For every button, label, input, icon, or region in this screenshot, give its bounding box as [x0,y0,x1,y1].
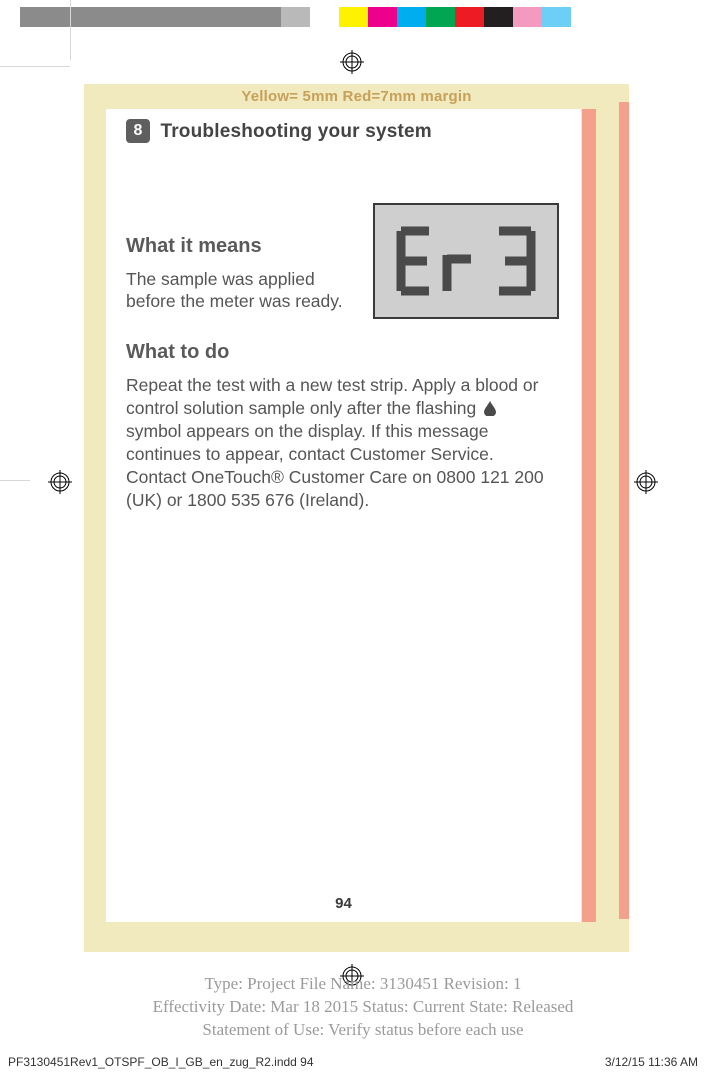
color-swatch [165,7,194,27]
color-swatch [310,7,339,27]
meta-line-2: Effectivity Date: Mar 18 2015 Status: Cu… [60,996,666,1019]
color-swatch [20,7,49,27]
crop-rule [70,0,71,60]
registration-mark-icon [340,50,364,74]
color-swatch [339,7,368,27]
crop-rule [0,480,30,481]
color-swatch [513,7,542,27]
color-swatch [49,7,78,27]
color-swatch [78,7,107,27]
color-swatch [194,7,223,27]
section-body-what-to-do: Repeat the test with a new test strip. A… [126,374,556,513]
blood-drop-icon [483,399,497,415]
color-swatch [484,7,513,27]
chapter-title: Troubleshooting your system [160,121,431,142]
margin-label: Yellow= 5mm Red=7mm margin [84,84,629,107]
registration-mark-icon [634,470,658,494]
section-heading-what-to-do: What to do [126,341,559,364]
print-color-bar [20,7,571,27]
body-text-pre: Repeat the test with a new test strip. A… [126,375,538,418]
meter-lcd-display [373,203,559,319]
color-swatch [397,7,426,27]
color-swatch [281,7,310,27]
meta-line-1: Type: Project File Name: 3130451 Revisio… [60,973,666,996]
lcd-er3-icon [391,223,541,299]
chapter-header: 8 Troubleshooting your system [126,119,559,143]
doc-metadata: Type: Project File Name: 3130451 Revisio… [60,973,666,1042]
chapter-number-badge: 8 [126,119,150,143]
body-text-post: symbol appears on the display. If this m… [126,421,544,510]
color-swatch [542,7,571,27]
color-swatch [107,7,136,27]
crop-rule [0,66,70,67]
color-swatch [252,7,281,27]
color-swatch [426,7,455,27]
red-margin-guide [582,109,596,922]
section-body-what-it-means: The sample was applied before the meter … [126,268,355,313]
page-number: 94 [106,895,581,912]
slug-timestamp: 3/12/15 11:36 AM [605,1055,698,1069]
page-block: Yellow= 5mm Red=7mm margin 8 Troubleshoo… [84,84,629,952]
slug-file: PF3130451Rev1_OTSPF_OB_I_GB_en_zug_R2.in… [8,1055,314,1069]
registration-mark-icon [48,470,72,494]
color-swatch [455,7,484,27]
slugline: PF3130451Rev1_OTSPF_OB_I_GB_en_zug_R2.in… [8,1055,698,1069]
section-heading-what-it-means: What it means [126,235,355,258]
page-inner: 8 Troubleshooting your system What it me… [106,109,581,922]
color-swatch [223,7,252,27]
color-swatch [368,7,397,27]
color-swatch [136,7,165,27]
meta-line-3: Statement of Use: Verify status before e… [60,1019,666,1042]
orange-edge-strip [619,102,629,919]
